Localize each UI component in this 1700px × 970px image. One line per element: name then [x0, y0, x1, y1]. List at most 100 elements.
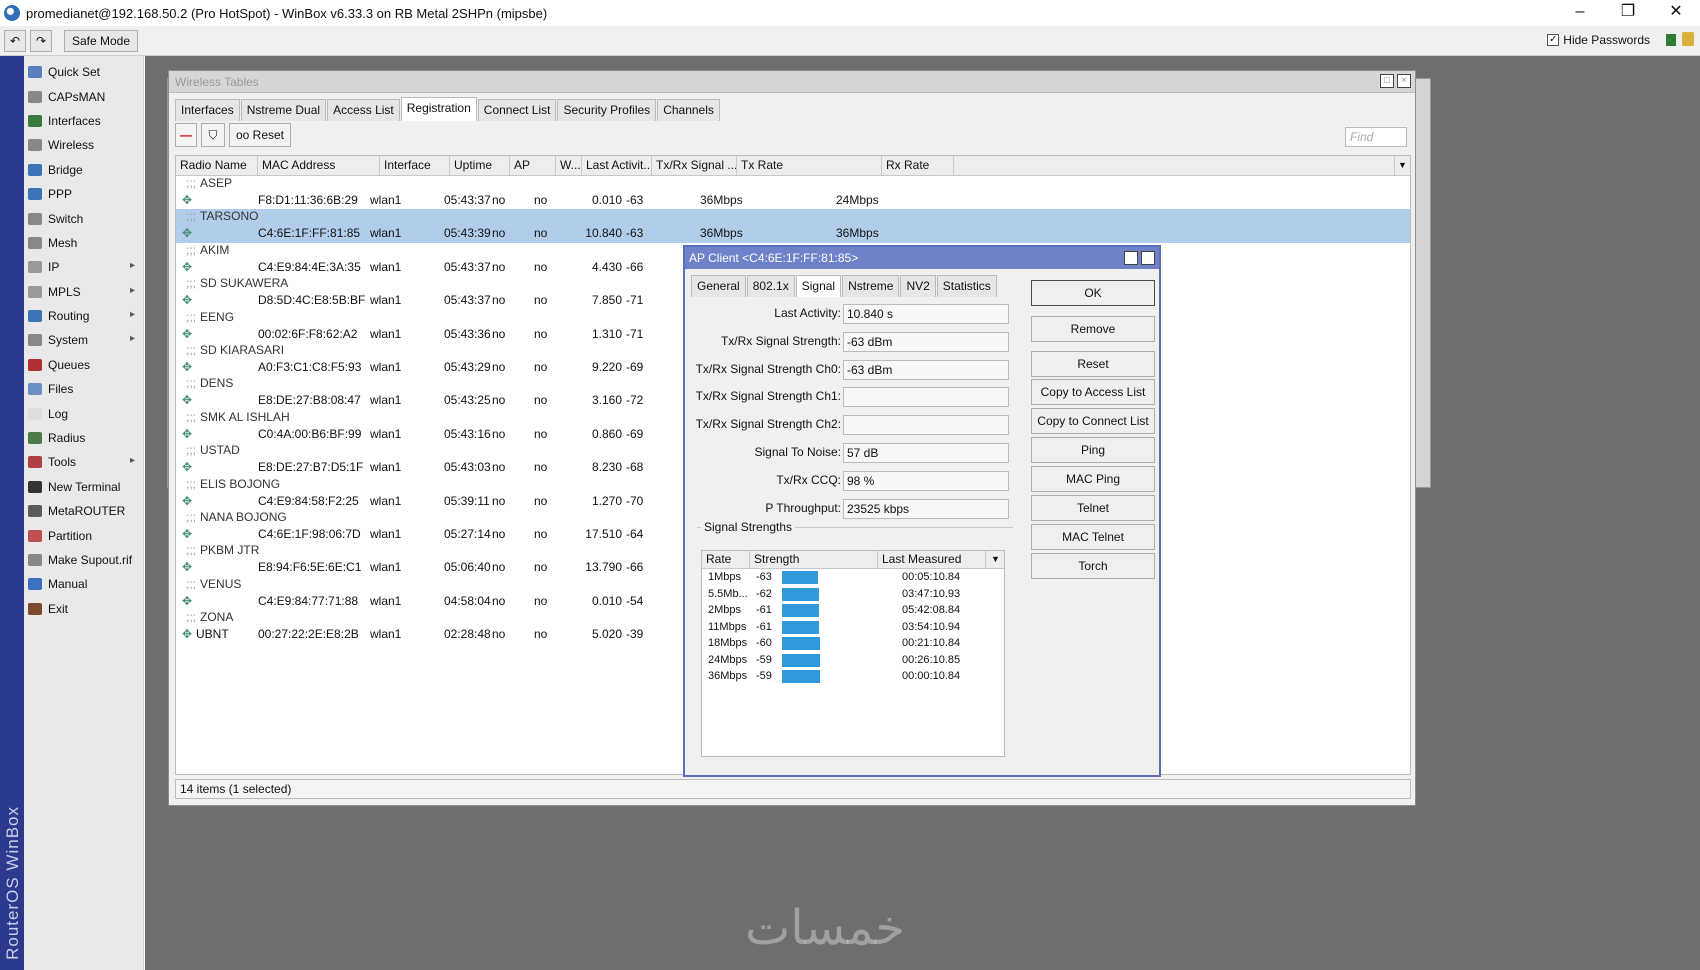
field-value[interactable]: -63 dBm: [843, 331, 1009, 352]
wt-restore-icon[interactable]: □: [1380, 74, 1394, 88]
col-rx-rate[interactable]: Rx Rate: [882, 156, 954, 175]
sidebar-item-capsman[interactable]: CAPsMAN: [24, 84, 143, 108]
strength-row[interactable]: 5.5Mb... -62 03:47:10.93: [702, 586, 1004, 603]
copy-to-connect-list-button[interactable]: Copy to Connect List: [1031, 408, 1155, 434]
sidebar-item-exit[interactable]: Exit: [24, 597, 143, 621]
sidebar-item-files[interactable]: Files: [24, 377, 143, 401]
tab-signal[interactable]: Signal: [795, 275, 842, 297]
col-signal[interactable]: Tx/Rx Signal ...: [652, 156, 737, 175]
wt-close-icon[interactable]: ×: [1397, 74, 1411, 88]
copy-to-access-list-button[interactable]: Copy to Access List: [1031, 379, 1155, 405]
ping-button[interactable]: Ping: [1031, 437, 1155, 463]
tab-nstreme-dual[interactable]: Nstreme Dual: [240, 99, 327, 121]
field-label: Tx/Rx Signal Strength:: [720, 333, 841, 348]
dlg-close-icon[interactable]: ×: [1141, 251, 1155, 265]
close-button[interactable]: ✕: [1652, 0, 1700, 26]
ok-button[interactable]: OK: [1031, 280, 1155, 306]
field-value[interactable]: 10.840 s: [843, 304, 1009, 324]
col-radio-name[interactable]: Radio Name: [176, 156, 258, 175]
sidebar-item-label: Manual: [48, 577, 88, 592]
tab-channels[interactable]: Channels: [657, 99, 720, 121]
reset-counters-button[interactable]: oo Reset: [229, 123, 291, 147]
tab-security-profiles[interactable]: Security Profiles: [557, 99, 657, 121]
torch-button[interactable]: Torch: [1031, 553, 1155, 579]
col-mac-address[interactable]: MAC Address: [258, 156, 380, 175]
field-value[interactable]: 23525 kbps: [843, 498, 1009, 519]
sidebar-item-metarouter[interactable]: MetaROUTER: [24, 499, 143, 523]
sidebar-item-system[interactable]: System ▸: [24, 328, 143, 352]
sidebar-item-mesh[interactable]: Mesh: [24, 231, 143, 255]
sidebar-item-manual[interactable]: Manual: [24, 572, 143, 596]
sidebar-item-ppp[interactable]: PPP: [24, 182, 143, 206]
sidebar-item-wireless[interactable]: Wireless: [24, 133, 143, 157]
field-value[interactable]: [843, 415, 1009, 436]
tab-802-1x[interactable]: 802.1x: [746, 275, 795, 297]
strength-row[interactable]: 1Mbps -63 00:05:10.84: [702, 569, 1004, 586]
sidebar-item-mpls[interactable]: MPLS ▸: [24, 280, 143, 304]
field-value[interactable]: -63 dBm: [843, 359, 1009, 380]
hide-passwords-checkbox[interactable]: ✓: [1547, 34, 1560, 46]
remove-icon[interactable]: —: [175, 123, 197, 147]
sidebar-item-radius[interactable]: Radius: [24, 426, 143, 450]
interface-cell: wlan1: [370, 193, 402, 207]
sidebar-item-bridge[interactable]: Bridge: [24, 158, 143, 182]
field-value[interactable]: 98 %: [843, 470, 1009, 491]
filter-icon[interactable]: ⛉: [201, 123, 225, 147]
tab-general[interactable]: General: [691, 275, 746, 297]
tab-nv2[interactable]: NV2: [900, 275, 936, 297]
find-input[interactable]: Find: [1345, 127, 1407, 147]
reset-button[interactable]: Reset: [1031, 351, 1155, 377]
sidebar-item-routing[interactable]: Routing ▸: [24, 304, 143, 328]
remove-button[interactable]: Remove: [1031, 316, 1155, 342]
col-tx-rate[interactable]: Tx Rate: [737, 156, 882, 175]
col-ap[interactable]: AP: [510, 156, 556, 175]
minimize-button[interactable]: –: [1556, 0, 1604, 26]
strength-row[interactable]: 18Mbps -60 00:21:10.84: [702, 635, 1004, 652]
sidebar-item-quick-set[interactable]: Quick Set: [24, 60, 143, 84]
strength-bar: [782, 653, 820, 667]
col-interface[interactable]: Interface: [380, 156, 450, 175]
redo-button[interactable]: ↷: [30, 30, 52, 52]
sidebar-item-partition[interactable]: Partition: [24, 523, 143, 547]
col-last-activity[interactable]: Last Activit...: [582, 156, 652, 175]
sidebar-item-interfaces[interactable]: Interfaces: [24, 109, 143, 133]
sidebar-item-new-terminal[interactable]: New Terminal: [24, 475, 143, 499]
col-w[interactable]: W...: [556, 156, 582, 175]
table-row[interactable]: ;;; ASEP ✥ F8:D1:11:36:6B:29 wlan1 05:43:37 no…: [176, 176, 1410, 209]
undo-button[interactable]: ↶: [4, 30, 26, 52]
hide-passwords-toggle[interactable]: ✓ Hide Passwords: [1547, 33, 1650, 47]
dlg-restore-icon[interactable]: □: [1124, 251, 1138, 265]
sidebar-item-make-supout-rif[interactable]: Make Supout.rif: [24, 548, 143, 572]
telnet-button[interactable]: Telnet: [1031, 495, 1155, 521]
tab-nstreme[interactable]: Nstreme: [842, 275, 900, 297]
sidebar-item-log[interactable]: Log: [24, 401, 143, 425]
field-value[interactable]: [843, 387, 1009, 408]
rate-cell: 11Mbps: [708, 620, 747, 633]
sidebar-item-tools[interactable]: Tools ▸: [24, 450, 143, 474]
strength-row[interactable]: 2Mbps -61 05:42:08.84: [702, 602, 1004, 619]
routing-icon: [28, 310, 42, 323]
strength-row[interactable]: 36Mbps -59 00:00:10.84: [702, 668, 1004, 685]
tab-statistics[interactable]: Statistics: [936, 275, 997, 297]
tab-registration[interactable]: Registration: [400, 97, 477, 121]
mac-telnet-button[interactable]: MAC Telnet: [1031, 524, 1155, 550]
table-row[interactable]: ;;; TARSONO ✥ C4:6E:1F:FF:81:85 wlan1 05:43:3…: [176, 209, 1410, 243]
strength-row[interactable]: 24Mbps -59 00:26:10.85: [702, 652, 1004, 669]
strength-row[interactable]: 11Mbps -61 03:54:10.94: [702, 619, 1004, 636]
sidebar-item-switch[interactable]: Switch: [24, 206, 143, 230]
col-rate[interactable]: Rate: [702, 551, 750, 569]
tab-access-list[interactable]: Access List: [327, 99, 400, 121]
tab-connect-list[interactable]: Connect List: [477, 99, 557, 121]
columns-dropdown-icon[interactable]: ▼: [1394, 156, 1410, 175]
field-value[interactable]: 57 dB: [843, 443, 1009, 463]
mac-ping-button[interactable]: MAC Ping: [1031, 466, 1155, 492]
sidebar-item-ip[interactable]: IP ▸: [24, 255, 143, 279]
strength-columns-dropdown-icon[interactable]: ▼: [986, 551, 1006, 569]
tab-interfaces[interactable]: Interfaces: [175, 99, 240, 121]
restore-button[interactable]: ❐: [1604, 0, 1652, 26]
sidebar-item-queues[interactable]: Queues: [24, 353, 143, 377]
col-strength[interactable]: Strength: [750, 551, 878, 569]
col-uptime[interactable]: Uptime: [450, 156, 510, 175]
col-last-measured[interactable]: Last Measured: [878, 551, 986, 569]
safe-mode-button[interactable]: Safe Mode: [64, 30, 138, 52]
